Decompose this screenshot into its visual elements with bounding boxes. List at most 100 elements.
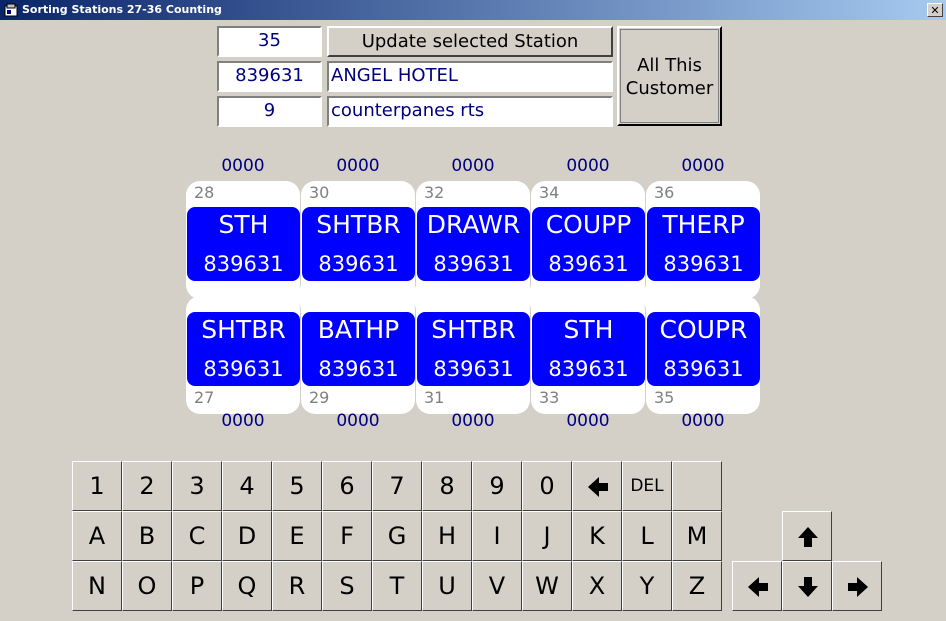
station-tile[interactable]: SHTBR 839631 (187, 312, 300, 386)
station-tile[interactable]: STH 839631 (187, 207, 300, 281)
station-number: 35 (654, 388, 675, 407)
product-name-field[interactable]: counterpanes rts (327, 96, 613, 127)
station-customer-id: 839631 (203, 252, 284, 276)
station-tile[interactable]: BATHP 839631 (302, 312, 415, 386)
key-8[interactable]: 8 (422, 461, 472, 511)
key-s[interactable]: S (322, 561, 372, 611)
station-tile[interactable]: COUPP 839631 (532, 207, 645, 281)
station-number: 32 (424, 183, 445, 202)
all-this-customer-line2: Customer (625, 78, 714, 99)
key-5[interactable]: 5 (272, 461, 322, 511)
title-bar: Sorting Stations 27-36 Counting ✕ (0, 0, 946, 20)
key-3[interactable]: 3 (172, 461, 222, 511)
key-e[interactable]: E (272, 511, 322, 561)
key-v[interactable]: V (472, 561, 522, 611)
station-customer-id: 839631 (433, 357, 514, 381)
arrow-down-key[interactable] (782, 561, 832, 611)
station-customer-id: 839631 (548, 357, 629, 381)
delete-key[interactable]: DEL (622, 461, 672, 511)
station-count: 0000 (221, 156, 265, 176)
close-button[interactable]: ✕ (927, 3, 943, 17)
key-g[interactable]: G (372, 511, 422, 561)
station-number: 27 (194, 388, 215, 407)
station-number: 34 (539, 183, 560, 202)
arrow-left-key[interactable] (732, 561, 782, 611)
window-title: Sorting Stations 27-36 Counting (22, 3, 222, 16)
sparkle-divider-icon (401, 281, 433, 313)
update-station-button[interactable]: Update selected Station (327, 26, 613, 57)
station-customer-id: 839631 (203, 357, 284, 381)
key-u[interactable]: U (422, 561, 472, 611)
key-h[interactable]: H (422, 511, 472, 561)
key-d[interactable]: D (222, 511, 272, 561)
key-9[interactable]: 9 (472, 461, 522, 511)
station-tile[interactable]: THERP 839631 (647, 207, 760, 281)
key-y[interactable]: Y (622, 561, 672, 611)
key-b[interactable]: B (122, 511, 172, 561)
key-4[interactable]: 4 (222, 461, 272, 511)
backspace-arrow-icon (588, 477, 608, 497)
key-x[interactable]: X (572, 561, 622, 611)
arrow-right-icon (848, 577, 868, 597)
station-product-code: COUPR (659, 315, 748, 344)
key-7[interactable]: 7 (372, 461, 422, 511)
key-o[interactable]: O (122, 561, 172, 611)
backspace-key[interactable] (572, 461, 622, 511)
station-customer-id: 839631 (433, 252, 514, 276)
station-count: 0000 (681, 411, 725, 431)
key-r[interactable]: R (272, 561, 322, 611)
station-tile[interactable]: COUPR 839631 (647, 312, 760, 386)
key-0[interactable]: 0 (522, 461, 572, 511)
customer-id-field[interactable]: 839631 (217, 61, 322, 92)
station-tile[interactable]: STH 839631 (532, 312, 645, 386)
arrow-up-icon (798, 527, 818, 547)
station-count: 0000 (221, 411, 265, 431)
all-this-customer-button[interactable]: All This Customer (617, 26, 722, 126)
station-count: 0000 (451, 411, 495, 431)
station-product-code: THERP (662, 210, 745, 239)
sparkle-divider-icon (516, 281, 548, 313)
customer-name-field[interactable]: ANGEL HOTEL (327, 61, 613, 92)
arrow-right-key[interactable] (832, 561, 882, 611)
key-j[interactable]: J (522, 511, 572, 561)
key-a[interactable]: A (72, 511, 122, 561)
station-count: 0000 (336, 411, 380, 431)
sparkle-divider-icon (631, 281, 663, 313)
station-product-code: SHTBR (431, 315, 516, 344)
station-number: 33 (539, 388, 560, 407)
key-n[interactable]: N (72, 561, 122, 611)
station-product-code: DRAWR (426, 210, 521, 239)
station-number: 31 (424, 388, 445, 407)
station-tile[interactable]: SHTBR 839631 (302, 207, 415, 281)
product-id-field[interactable]: 9 (217, 96, 322, 127)
key-t[interactable]: T (372, 561, 422, 611)
station-product-code: COUPP (545, 210, 632, 239)
key-6[interactable]: 6 (322, 461, 372, 511)
key-1[interactable]: 1 (72, 461, 122, 511)
station-count: 0000 (566, 411, 610, 431)
key-z[interactable]: Z (672, 561, 722, 611)
key-f[interactable]: F (322, 511, 372, 561)
key-c[interactable]: C (172, 511, 222, 561)
arrow-left-icon (748, 577, 768, 597)
arrow-up-key[interactable] (782, 511, 832, 561)
key-k[interactable]: K (572, 511, 622, 561)
station-product-code: SHTBR (201, 315, 286, 344)
station-customer-id: 839631 (318, 357, 399, 381)
station-customer-id: 839631 (663, 252, 744, 276)
key-i[interactable]: I (472, 511, 522, 561)
key-q[interactable]: Q (222, 561, 272, 611)
key-2[interactable]: 2 (122, 461, 172, 511)
station-count: 0000 (336, 156, 380, 176)
station-tile[interactable]: SHTBR 839631 (417, 312, 530, 386)
key-m[interactable]: M (672, 511, 722, 561)
key-p[interactable]: P (172, 561, 222, 611)
key-l[interactable]: L (622, 511, 672, 561)
arrow-down-icon (798, 577, 818, 597)
station-tile[interactable]: DRAWR 839631 (417, 207, 530, 281)
station-customer-id: 839631 (318, 252, 399, 276)
station-field[interactable]: 35 (217, 26, 322, 57)
station-number: 29 (309, 388, 330, 407)
station-count: 0000 (681, 156, 725, 176)
key-w[interactable]: W (522, 561, 572, 611)
